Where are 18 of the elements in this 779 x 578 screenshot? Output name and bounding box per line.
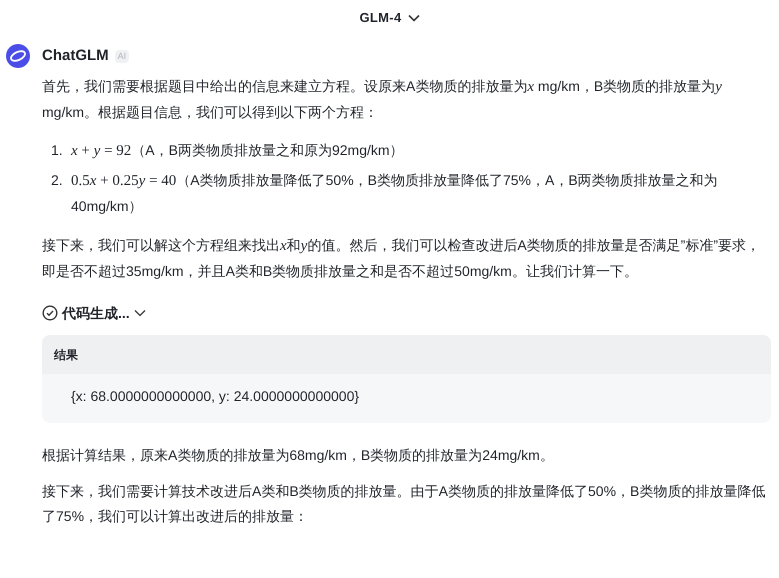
logo-icon <box>6 44 30 68</box>
ai-badge: AI <box>114 50 130 62</box>
sender-name: ChatGLM <box>42 46 109 66</box>
result-output: {x: 68.0000000000000, y: 24.0000000000000} <box>71 388 360 404</box>
list-item-text: x + y = 92（A，B两类物质排放量之和原为92mg/km） <box>71 141 404 161</box>
list-number: 1. <box>51 141 64 160</box>
chevron-down-icon <box>408 14 420 22</box>
tool-status-toggle[interactable]: 代码生成... <box>62 301 146 325</box>
paragraph: 接下来，我们可以解这个方程组来找出x和y的值。然后，我们可以检查改进后A类物质的排放量是否满足”标准”要求，即是否不超过35mg/km，并且A类和B类物质排放量之和是否不超过50mg/km。让我们计算一下。 <box>42 236 762 281</box>
list-item-text: 0.5x + 0.25y = 40（A类物质排放量降低了50%，B类物质排放量降低了75%，A，B两类物质排放量之和为40mg/km） <box>71 171 719 216</box>
paragraph: 根据计算结果，原来A类物质的排放量为68mg/km，B类物质的排放量为24mg/km。 <box>42 446 555 465</box>
model-selector[interactable]: GLM-4 <box>351 4 428 32</box>
chevron-down-icon <box>134 309 146 317</box>
list-number: 2. <box>51 171 64 190</box>
paragraph: 接下来，我们需要计算技术改进后A类和B类物质的排放量。由于A类物质的排放量降低了50%，B类物质的排放量降低了75%，我们可以计算出改进后的排放量： <box>42 482 766 526</box>
paragraph: 首先，我们需要根据题目中给出的信息来建立方程。设原来A类物质的排放量为x mg/km，B类物质的排放量为y mg/km。根据题目信息，我们可以得到以下两个方程： <box>42 77 723 122</box>
result-title: 结果 <box>54 348 78 362</box>
check-circle-icon <box>42 305 58 321</box>
